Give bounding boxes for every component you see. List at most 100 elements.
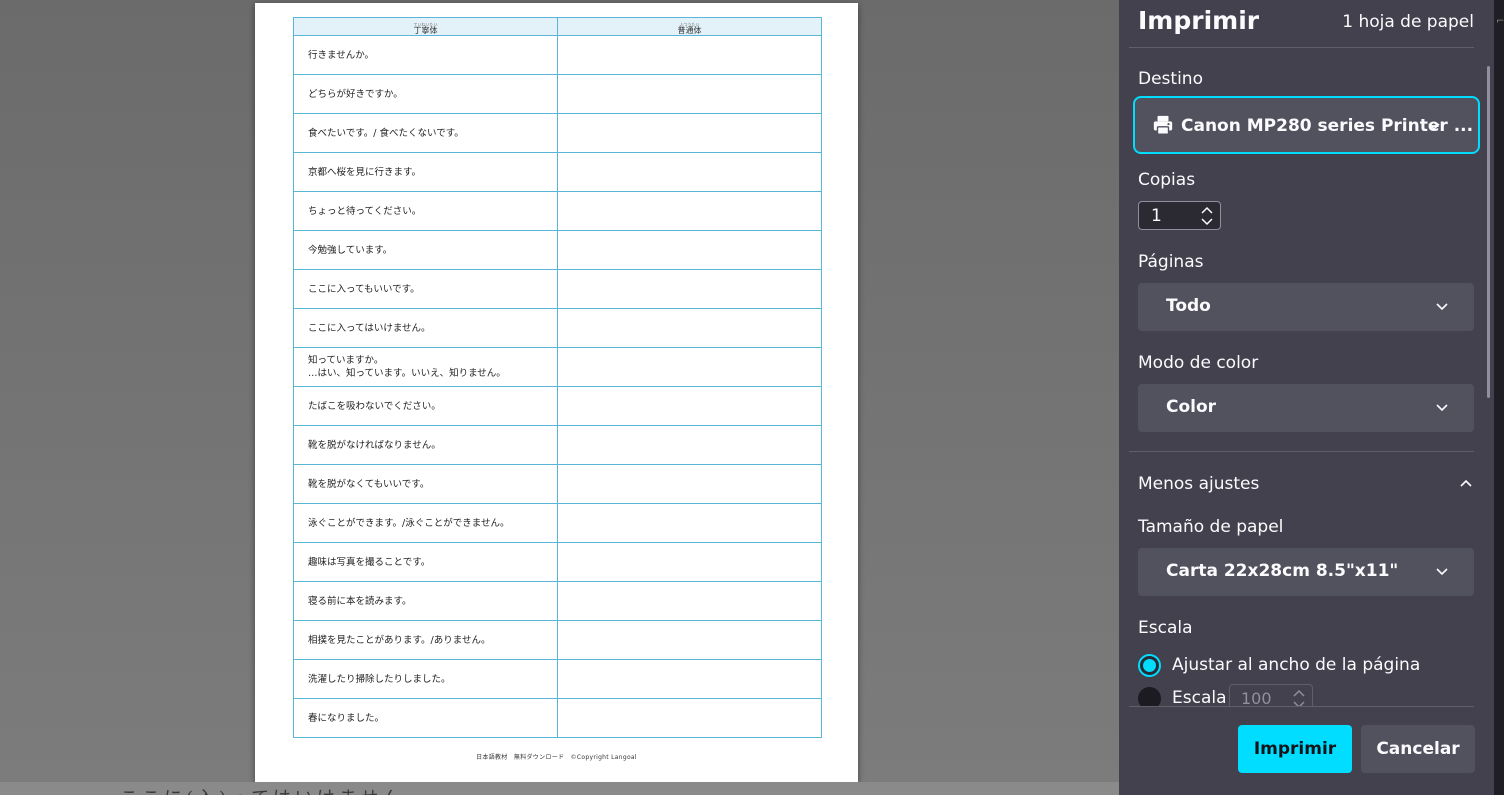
print-button[interactable]: Imprimir <box>1238 725 1352 773</box>
cell-text: 洗濯したり掃除したりしました。 <box>308 673 451 685</box>
cancel-button[interactable]: Cancelar <box>1361 725 1475 773</box>
cell-text: ここに入ってもいいです。 <box>308 283 420 295</box>
worksheet-row: 靴を脱がなければなりません。 <box>293 425 822 465</box>
chevron-up-icon <box>1460 479 1472 487</box>
plain-form-answer-cell <box>557 659 822 699</box>
polite-form-cell: 食べたいです。/ 食べたくないです。 <box>293 113 558 153</box>
destination-select[interactable]: Canon MP280 series Printer ... <box>1133 96 1480 154</box>
worksheet-row: どちらが好きですか。 <box>293 74 822 114</box>
polite-form-cell: ちょっと待ってください。 <box>293 191 558 231</box>
paper-size-select[interactable]: Carta 22x28cm 8.5"x11" <box>1138 548 1474 596</box>
preview-page: ていねいたい 丁寧体 ふつうたい 普通体 行きませんか。どちらが好きですか。食べ… <box>255 3 858 782</box>
plain-form-answer-cell <box>557 503 822 543</box>
less-settings-toggle[interactable]: Menos ajustes <box>1138 473 1474 497</box>
cell-text: 今勉強しています。 <box>308 244 393 256</box>
pages-label: Páginas <box>1138 252 1204 272</box>
fit-width-radio[interactable] <box>1138 654 1161 677</box>
plain-form-answer-cell <box>557 620 822 660</box>
chevron-down-icon <box>1436 303 1448 311</box>
plain-form-answer-cell <box>557 386 822 426</box>
polite-form-cell: 今勉強しています。 <box>293 230 558 270</box>
worksheet-row: ちょっと待ってください。 <box>293 191 822 231</box>
worksheet-row: 行きませんか。 <box>293 35 822 75</box>
header-divider <box>1129 47 1474 48</box>
worksheet-row: 相撲を見たことがあります。/ありません。 <box>293 620 822 660</box>
cell-text: 知っていますか。 <box>308 355 384 366</box>
plain-form-answer-cell <box>557 230 822 270</box>
copies-label: Copias <box>1138 170 1196 190</box>
polite-form-cell: 行きませんか。 <box>293 35 558 75</box>
worksheet-row: 京都へ桜を見に行きます。 <box>293 152 822 192</box>
spinner-arrows-icon[interactable] <box>1200 205 1214 227</box>
cell-text: どちらが好きですか。 <box>308 88 403 100</box>
polite-form-cell: どちらが好きですか。 <box>293 74 558 114</box>
plain-form-answer-cell <box>557 35 822 75</box>
cell-text: 春になりました。 <box>308 712 385 724</box>
copies-value: 1 <box>1151 206 1162 226</box>
background-text: ここに(入)ってはいけません <box>120 784 404 795</box>
plain-form-answer-cell <box>557 581 822 621</box>
plain-form-answer-cell <box>557 74 822 114</box>
pages-select[interactable]: Todo <box>1138 283 1474 331</box>
cell-text: 食べたいです。/ 食べたくないです。 <box>308 127 464 139</box>
worksheet-row: 寝る前に本を読みます。 <box>293 581 822 621</box>
plain-form-answer-cell <box>557 269 822 309</box>
plain-form-answer-cell <box>557 113 822 153</box>
plain-form-answer-cell <box>557 464 822 504</box>
worksheet-body: 行きませんか。どちらが好きですか。食べたいです。/ 食べたくないです。 京都へ桜を… <box>293 35 822 738</box>
header-plain-form: ふつうたい 普通体 <box>557 17 822 36</box>
scale-label: Escala <box>1138 618 1193 638</box>
header-text: 丁寧体 <box>413 26 438 35</box>
polite-form-cell: 靴を脱がなければなりません。 <box>293 425 558 465</box>
copies-input[interactable]: 1 <box>1138 201 1221 230</box>
paper-size-label: Tamaño de papel <box>1138 517 1284 537</box>
fit-width-label: Ajustar al ancho de la página <box>1172 655 1421 675</box>
worksheet-row: 趣味は写真を撮ることです。 <box>293 542 822 582</box>
panel-scrollbar[interactable] <box>1487 66 1490 398</box>
worksheet-row: 食べたいです。/ 食べたくないです。 <box>293 113 822 153</box>
worksheet-row: ここに入ってもいいです。 <box>293 269 822 309</box>
polite-form-cell: 京都へ桜を見に行きます。 <box>293 152 558 192</box>
cell-text: 相撲を見たことがあります。/ありません。 <box>308 634 491 646</box>
cell-text: …はい、知っています。いいえ、知りません。 <box>308 368 506 379</box>
color-mode-label: Modo de color <box>1138 353 1259 373</box>
plain-form-answer-cell <box>557 308 822 348</box>
color-mode-select[interactable]: Color <box>1138 384 1474 432</box>
header-text: 普通体 <box>677 26 702 35</box>
plain-form-answer-cell <box>557 425 822 465</box>
cell-text: 京都へ桜を見に行きます。 <box>308 166 422 178</box>
destination-label: Destino <box>1138 69 1203 89</box>
cell-text: 靴を脱がなければなりません。 <box>308 439 441 451</box>
polite-form-cell: 趣味は写真を撮ることです。 <box>293 542 558 582</box>
worksheet-row: 今勉強しています。 <box>293 230 822 270</box>
plain-form-answer-cell <box>557 191 822 231</box>
print-button-label: Imprimir <box>1253 739 1337 759</box>
cell-text: 趣味は写真を撮ることです。 <box>308 556 431 568</box>
print-settings-panel: Imprimir 1 hoja de papel Destino Canon M… <box>1119 0 1494 795</box>
plain-form-answer-cell <box>557 152 822 192</box>
print-preview-area: ていねいたい 丁寧体 ふつうたい 普通体 行きませんか。どちらが好きですか。食べ… <box>0 0 1119 795</box>
worksheet-row: 春になりました。 <box>293 698 822 738</box>
cell-text: 泳ぐことができます。/泳ぐことができません。 <box>308 517 510 529</box>
plain-form-answer-cell <box>557 347 822 387</box>
worksheet-header-row: ていねいたい 丁寧体 ふつうたい 普通体 <box>293 17 822 36</box>
pages-value: Todo <box>1166 296 1211 316</box>
plain-form-answer-cell <box>557 698 822 738</box>
edge-icon: ⌐ <box>1496 16 1504 27</box>
cell-text: 靴を脱がなくてもいいです。 <box>308 478 430 490</box>
polite-form-cell: 相撲を見たことがあります。/ありません。 <box>293 620 558 660</box>
worksheet-row: ここに入ってはいけません。 <box>293 308 822 348</box>
cell-text: たばこを吸わないでください。 <box>308 400 441 412</box>
printer-icon <box>1153 115 1173 135</box>
window-edge <box>1494 0 1504 795</box>
polite-form-cell: 靴を脱がなくてもいいです。 <box>293 464 558 504</box>
header-polite-form: ていねいたい 丁寧体 <box>293 17 558 36</box>
cancel-button-label: Cancelar <box>1376 739 1460 759</box>
less-settings-label: Menos ajustes <box>1138 474 1260 494</box>
page-footer: 日本語教材 無料ダウンロード ©Copyright Langoal <box>476 754 637 761</box>
background-page-strip: ここに(入)ってはいけません <box>0 782 1119 795</box>
plain-form-answer-cell <box>557 542 822 582</box>
print-dialog: ていねいたい 丁寧体 ふつうたい 普通体 行きませんか。どちらが好きですか。食べ… <box>0 0 1504 795</box>
worksheet-row: 知っていますか。 …はい、知っています。いいえ、知りません。 <box>293 347 822 387</box>
chevron-down-icon <box>1436 404 1448 412</box>
